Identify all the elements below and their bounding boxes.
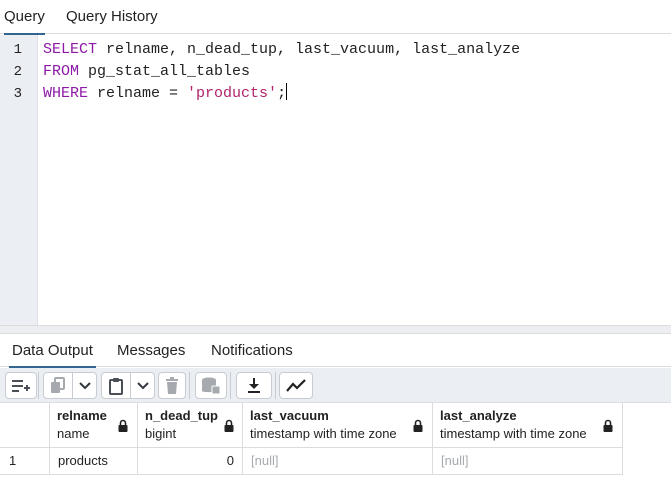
paste-button[interactable] xyxy=(101,372,131,399)
delete-button[interactable] xyxy=(158,372,186,399)
lock-icon xyxy=(413,419,423,432)
table-cell[interactable]: [null] xyxy=(243,448,433,475)
code-text: ; xyxy=(277,85,287,102)
database-save-icon xyxy=(202,377,221,394)
lock-icon xyxy=(603,419,613,432)
column-type: timestamp with time zone xyxy=(250,426,397,441)
code-text: pg_stat_all_tables xyxy=(79,63,251,80)
toolbar-separator xyxy=(189,372,190,399)
text-cursor xyxy=(286,83,288,100)
cell-value: 0 xyxy=(226,453,234,468)
cell-value: products xyxy=(58,453,108,468)
column-name: relname xyxy=(57,408,107,423)
paste-icon xyxy=(109,377,123,395)
column-header[interactable]: n_dead_tup bigint xyxy=(138,403,243,448)
lock-icon xyxy=(118,419,128,432)
lock-icon xyxy=(224,419,234,432)
query-tabs: Query Query History xyxy=(0,0,671,35)
line-number: 2 xyxy=(13,64,22,80)
toolbar-separator xyxy=(38,372,39,399)
column-header[interactable]: last_vacuum timestamp with time zone xyxy=(243,403,433,448)
result-tabs: Data Output Messages Notifications xyxy=(0,334,671,368)
column-name: last_analyze xyxy=(440,408,517,423)
toolbar-separator xyxy=(230,372,231,399)
paste-options-dropdown[interactable] xyxy=(131,372,155,399)
data-output-toolbar xyxy=(0,368,671,403)
null-value: [null] xyxy=(441,453,469,468)
sql-keyword: FROM xyxy=(43,63,80,80)
line-chart-icon xyxy=(286,378,306,392)
download-icon xyxy=(248,377,260,393)
column-name: last_vacuum xyxy=(250,408,329,423)
column-type: name xyxy=(57,426,90,441)
sql-editor[interactable]: 1 2 3 SELECT relname, n_dead_tup, last_v… xyxy=(0,35,671,325)
column-header[interactable]: last_analyze timestamp with time zone xyxy=(433,403,623,448)
column-header[interactable]: relname name xyxy=(50,403,138,448)
sql-string: 'products' xyxy=(187,85,278,102)
line-number: 3 xyxy=(13,86,22,102)
column-name: n_dead_tup xyxy=(145,408,218,423)
row-number: 1 xyxy=(9,453,17,468)
panel-splitter[interactable] xyxy=(0,325,671,334)
grid-corner-cell[interactable] xyxy=(0,403,50,448)
tab-query-history[interactable]: Query History xyxy=(66,0,158,34)
line-number: 1 xyxy=(13,42,22,58)
code-line-1[interactable]: SELECT relname, n_dead_tup, last_vacuum,… xyxy=(43,39,520,61)
column-type: timestamp with time zone xyxy=(440,426,587,441)
code-line-3[interactable]: WHERE relname = 'products'; xyxy=(43,83,288,105)
null-value: [null] xyxy=(251,453,279,468)
code-text: relname, n_dead_tup, last_vacuum, last_a… xyxy=(97,41,521,58)
tab-query[interactable]: Query xyxy=(4,0,45,35)
graph-visualiser-button[interactable] xyxy=(279,372,313,399)
toolbar-separator xyxy=(275,372,276,399)
tab-messages[interactable]: Messages xyxy=(117,334,185,367)
chevron-down-icon xyxy=(78,381,91,389)
add-row-button[interactable] xyxy=(5,372,37,399)
trash-icon xyxy=(166,376,178,394)
tab-data-output[interactable]: Data Output xyxy=(9,334,96,368)
save-data-button[interactable] xyxy=(195,372,227,399)
download-button[interactable] xyxy=(236,372,272,399)
copy-options-dropdown[interactable] xyxy=(73,372,97,399)
add-row-icon xyxy=(12,379,30,392)
copy-button[interactable] xyxy=(43,372,73,399)
sql-keyword: WHERE xyxy=(43,85,89,102)
tab-notifications[interactable]: Notifications xyxy=(211,334,293,367)
chevron-down-icon xyxy=(136,381,149,389)
column-type: bigint xyxy=(145,426,177,441)
code-text: relname = xyxy=(88,85,188,102)
sql-keyword: SELECT xyxy=(43,41,98,58)
line-number-gutter: 1 2 3 xyxy=(0,35,38,325)
table-cell[interactable]: products xyxy=(50,448,138,475)
row-number-cell[interactable]: 1 xyxy=(0,448,50,475)
table-cell[interactable]: 0 xyxy=(138,448,243,475)
code-line-2[interactable]: FROM pg_stat_all_tables xyxy=(43,61,250,83)
copy-icon xyxy=(51,376,65,393)
table-cell[interactable]: [null] xyxy=(433,448,623,475)
